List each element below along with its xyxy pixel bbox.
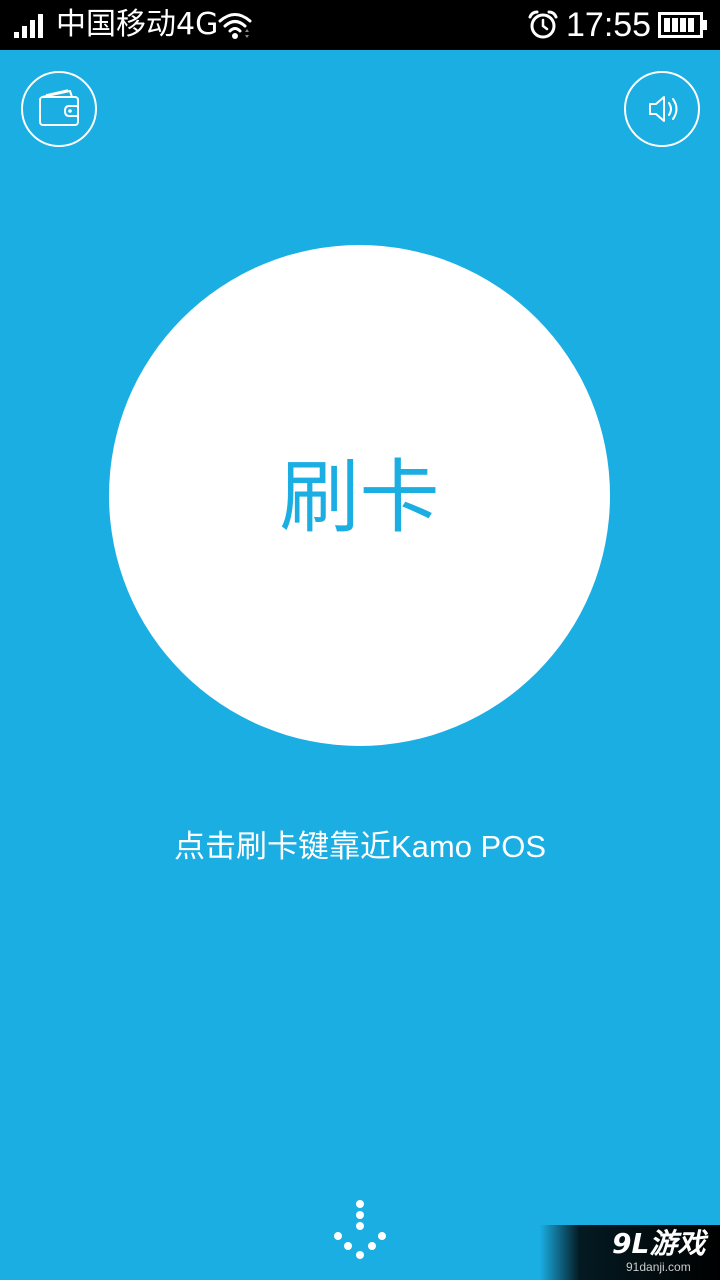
wallet-button[interactable] — [21, 71, 97, 147]
instruction-text: 点击刷卡键靠近Kamo POS — [173, 829, 547, 864]
watermark: 9L游戏 91danji.com — [540, 1225, 720, 1280]
signal-icon — [14, 14, 43, 38]
status-time: 17:55 — [566, 6, 652, 44]
wallet-icon — [39, 89, 79, 126]
watermark-url: 91danji.com — [626, 1260, 691, 1274]
wifi-icon — [218, 13, 252, 39]
swipe-card-label: 刷卡 — [279, 451, 440, 544]
alarm-icon — [528, 10, 558, 39]
dots-icon — [334, 1200, 386, 1259]
sound-button[interactable] — [624, 71, 700, 147]
battery-icon — [658, 12, 707, 38]
watermark-logo: 9L游戏 — [612, 1227, 706, 1260]
speaker-icon — [649, 96, 678, 122]
carrier-name: 中国移动4G — [56, 7, 219, 42]
swipe-card-button[interactable]: 刷卡 — [109, 245, 610, 746]
status-bar: 中国移动4G 17:55 — [0, 0, 720, 50]
